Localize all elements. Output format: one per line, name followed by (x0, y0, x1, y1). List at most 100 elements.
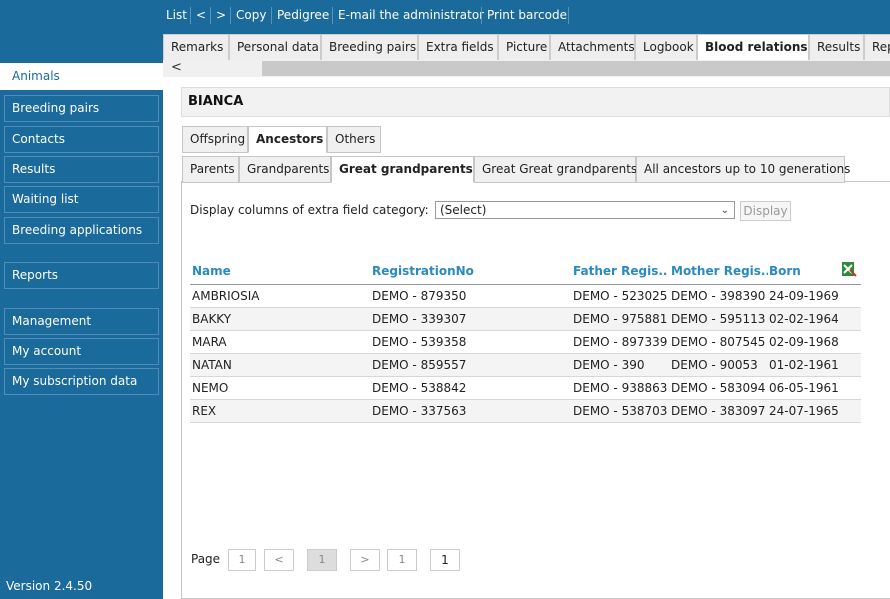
tab-breeding-pairs[interactable]: Breeding pairs (321, 34, 418, 60)
cell-born: 02-09-1968 (769, 335, 839, 349)
tab-results[interactable]: Results (809, 34, 864, 60)
next-record-button[interactable]: > (216, 5, 226, 26)
cell-name: REX (192, 404, 217, 418)
cell-registration-no: DEMO - 538842 (372, 381, 467, 395)
tab-blood-relations[interactable]: Blood relations (697, 34, 809, 60)
table-row[interactable]: MARA DEMO - 539358 DEMO - 897339 DEMO - … (190, 331, 861, 354)
tab-personal-data[interactable]: Personal data (229, 34, 321, 60)
column-header-mother-registration[interactable]: Mother Regis... (671, 264, 768, 278)
toolbar-divider (271, 7, 272, 24)
tab-great-great-grandparents[interactable]: Great Great grandparents (474, 156, 637, 183)
record-title-bar: BIANCA (181, 87, 890, 117)
list-button[interactable]: List (166, 5, 187, 26)
export-excel-icon[interactable] (841, 261, 857, 277)
cell-mother-registration: DEMO - 383097 (671, 404, 766, 418)
print-barcode-button[interactable]: Print barcode (487, 5, 567, 26)
first-page-button[interactable]: 1 (228, 549, 256, 571)
cell-father-registration: DEMO - 938863 (573, 381, 668, 395)
scroll-left-arrow-icon[interactable]: < (171, 60, 182, 76)
toolbar-divider (230, 7, 231, 24)
column-header-name[interactable]: Name (192, 264, 231, 278)
cell-father-registration: DEMO - 390 (573, 358, 645, 372)
page-number-input[interactable]: 1 (430, 549, 460, 571)
tab-remarks[interactable]: Remarks (163, 34, 229, 60)
next-page-button[interactable]: > (350, 549, 380, 571)
sidebar-item-my-subscription-data[interactable]: My subscription data (4, 368, 159, 395)
extra-field-category-value: (Select) (440, 203, 487, 217)
copy-button[interactable]: Copy (236, 5, 266, 26)
table-row[interactable]: NATAN DEMO - 859557 DEMO - 390 DEMO - 90… (190, 354, 861, 377)
record-tabs: Remarks Personal data Breeding pairs Ext… (163, 34, 890, 60)
cell-name: MARA (192, 335, 227, 349)
pager-label: Page (191, 552, 221, 566)
cell-mother-registration: DEMO - 398390 (671, 289, 766, 303)
tab-parents[interactable]: Parents (182, 156, 239, 183)
table-row[interactable]: REX DEMO - 337563 DEMO - 538703 DEMO - 3… (190, 400, 861, 423)
cell-registration-no: DEMO - 539358 (372, 335, 467, 349)
tab-others[interactable]: Others (327, 126, 381, 153)
sidebar-item-contacts[interactable]: Contacts (4, 126, 159, 153)
toolbar-divider (210, 7, 211, 24)
tab-all-ancestors[interactable]: All ancestors up to 10 generations (636, 156, 850, 183)
cell-registration-no: DEMO - 879350 (372, 289, 467, 303)
previous-page-button[interactable]: < (264, 549, 294, 571)
tab-offspring[interactable]: Offspring (182, 126, 248, 153)
chevron-down-icon: ⌄ (720, 205, 729, 216)
version-label: Version 2.4.50 (6, 579, 93, 593)
sidebar-item-my-account[interactable]: My account (4, 338, 159, 365)
table-row[interactable]: AMBRIOSIA DEMO - 879350 DEMO - 523025 DE… (190, 285, 861, 308)
tab-extra-fields[interactable]: Extra fields (418, 34, 498, 60)
cell-born: 06-05-1961 (769, 381, 839, 395)
sidebar-item-animals[interactable]: Animals (0, 63, 163, 90)
table-row[interactable]: BAKKY DEMO - 339307 DEMO - 975881 DEMO -… (190, 308, 861, 331)
scroll-thumb[interactable] (262, 61, 890, 76)
tab-reports[interactable]: Rep (864, 34, 890, 60)
column-header-father-registration[interactable]: Father Regis... (573, 264, 668, 278)
sidebar-item-waiting-list[interactable]: Waiting list (4, 186, 159, 213)
tab-logbook[interactable]: Logbook (635, 34, 697, 60)
toolbar: List < > Copy Pedigree E-mail the admini… (163, 0, 890, 32)
cell-born: 02-02-1964 (769, 312, 839, 326)
sidebar-item-results[interactable]: Results (4, 156, 159, 183)
column-header-born[interactable]: Born (769, 264, 801, 278)
last-page-button[interactable]: 1 (387, 549, 417, 571)
cell-father-registration: DEMO - 523025 (573, 289, 668, 303)
sidebar: Animals Breeding pairs Contacts Results … (0, 0, 163, 599)
table-header: Name RegistrationNo Father Regis... Moth… (190, 260, 861, 285)
cell-mother-registration: DEMO - 595113 (671, 312, 766, 326)
tabs-scrollbar[interactable]: < (163, 60, 890, 77)
cell-name: BAKKY (192, 312, 232, 326)
cell-mother-registration: DEMO - 583094 (671, 381, 766, 395)
cell-registration-no: DEMO - 339307 (372, 312, 467, 326)
toolbar-divider (568, 7, 569, 24)
cell-name: NATAN (192, 358, 232, 372)
tab-ancestors[interactable]: Ancestors (248, 126, 327, 153)
sidebar-item-management[interactable]: Management (4, 308, 159, 335)
pedigree-button[interactable]: Pedigree (277, 5, 329, 26)
tab-great-grandparents[interactable]: Great grandparents (331, 156, 474, 183)
tab-attachments[interactable]: Attachments (550, 34, 635, 60)
column-header-registration-no[interactable]: RegistrationNo (372, 264, 474, 278)
sidebar-item-reports[interactable]: Reports (4, 262, 159, 289)
extra-field-category-label: Display columns of extra field category: (190, 203, 429, 217)
sidebar-item-breeding-applications[interactable]: Breeding applications (4, 217, 159, 244)
cell-mother-registration: DEMO - 90053 (671, 358, 758, 372)
tab-picture[interactable]: Picture (498, 34, 550, 60)
cell-born: 24-07-1965 (769, 404, 839, 418)
cell-father-registration: DEMO - 897339 (573, 335, 668, 349)
extra-field-category-select[interactable]: (Select) ⌄ (435, 201, 735, 219)
cell-born: 24-09-1969 (769, 289, 839, 303)
animal-name-title: BIANCA (188, 94, 244, 109)
sidebar-item-breeding-pairs[interactable]: Breeding pairs (4, 95, 159, 122)
display-button[interactable]: Display (740, 201, 791, 221)
table-row[interactable]: NEMO DEMO - 538842 DEMO - 938863 DEMO - … (190, 377, 861, 400)
tab-grandparents[interactable]: Grandparents (239, 156, 331, 183)
current-page-button[interactable]: 1 (307, 549, 337, 571)
toolbar-divider (190, 7, 191, 24)
cell-father-registration: DEMO - 975881 (573, 312, 668, 326)
toolbar-divider (332, 7, 333, 24)
email-administrator-button[interactable]: E-mail the administrator (338, 5, 484, 26)
cell-born: 01-02-1961 (769, 358, 839, 372)
cell-registration-no: DEMO - 859557 (372, 358, 467, 372)
previous-record-button[interactable]: < (196, 5, 206, 26)
